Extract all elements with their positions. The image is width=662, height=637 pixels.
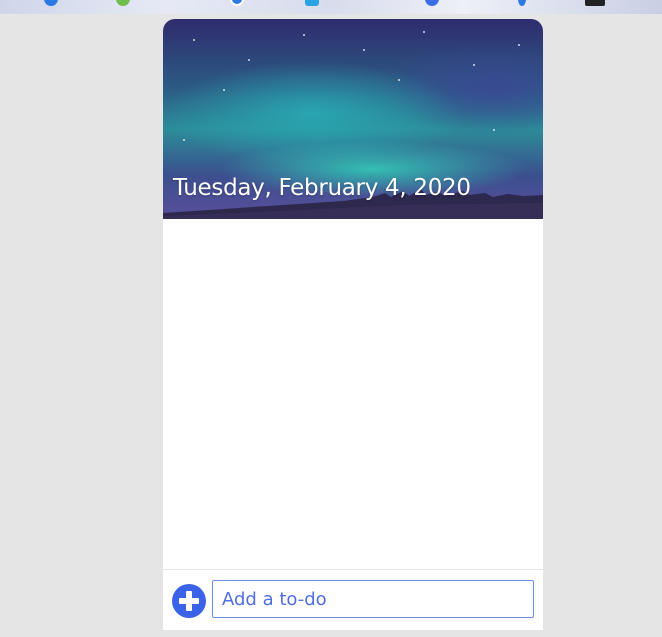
star-decoration (493, 129, 495, 131)
add-todo-bar (163, 569, 543, 630)
star-decoration (223, 89, 225, 91)
add-todo-button[interactable] (172, 584, 206, 618)
bookmark-icon (425, 0, 439, 6)
star-decoration (248, 59, 250, 61)
star-decoration (363, 49, 365, 51)
star-decoration (193, 39, 195, 41)
star-decoration (183, 139, 185, 141)
bookmark-icon (305, 0, 319, 6)
date-title: Tuesday, February 4, 2020 (173, 175, 471, 201)
star-decoration (398, 79, 400, 81)
plus-circle-icon (179, 591, 199, 611)
bookmark-icon (230, 0, 244, 6)
bookmark-icon (585, 0, 605, 6)
star-decoration (303, 34, 305, 36)
star-decoration (518, 44, 520, 46)
todo-card: Tuesday, February 4, 2020 (163, 19, 543, 630)
bookmark-icon (518, 0, 526, 6)
star-decoration (423, 31, 425, 33)
browser-bookmark-strip (0, 0, 662, 14)
todo-list (163, 219, 543, 569)
todo-input[interactable] (212, 580, 534, 618)
bookmark-icon (44, 0, 58, 6)
star-decoration (473, 64, 475, 66)
bookmark-icon (116, 0, 130, 6)
header-banner: Tuesday, February 4, 2020 (163, 19, 543, 219)
